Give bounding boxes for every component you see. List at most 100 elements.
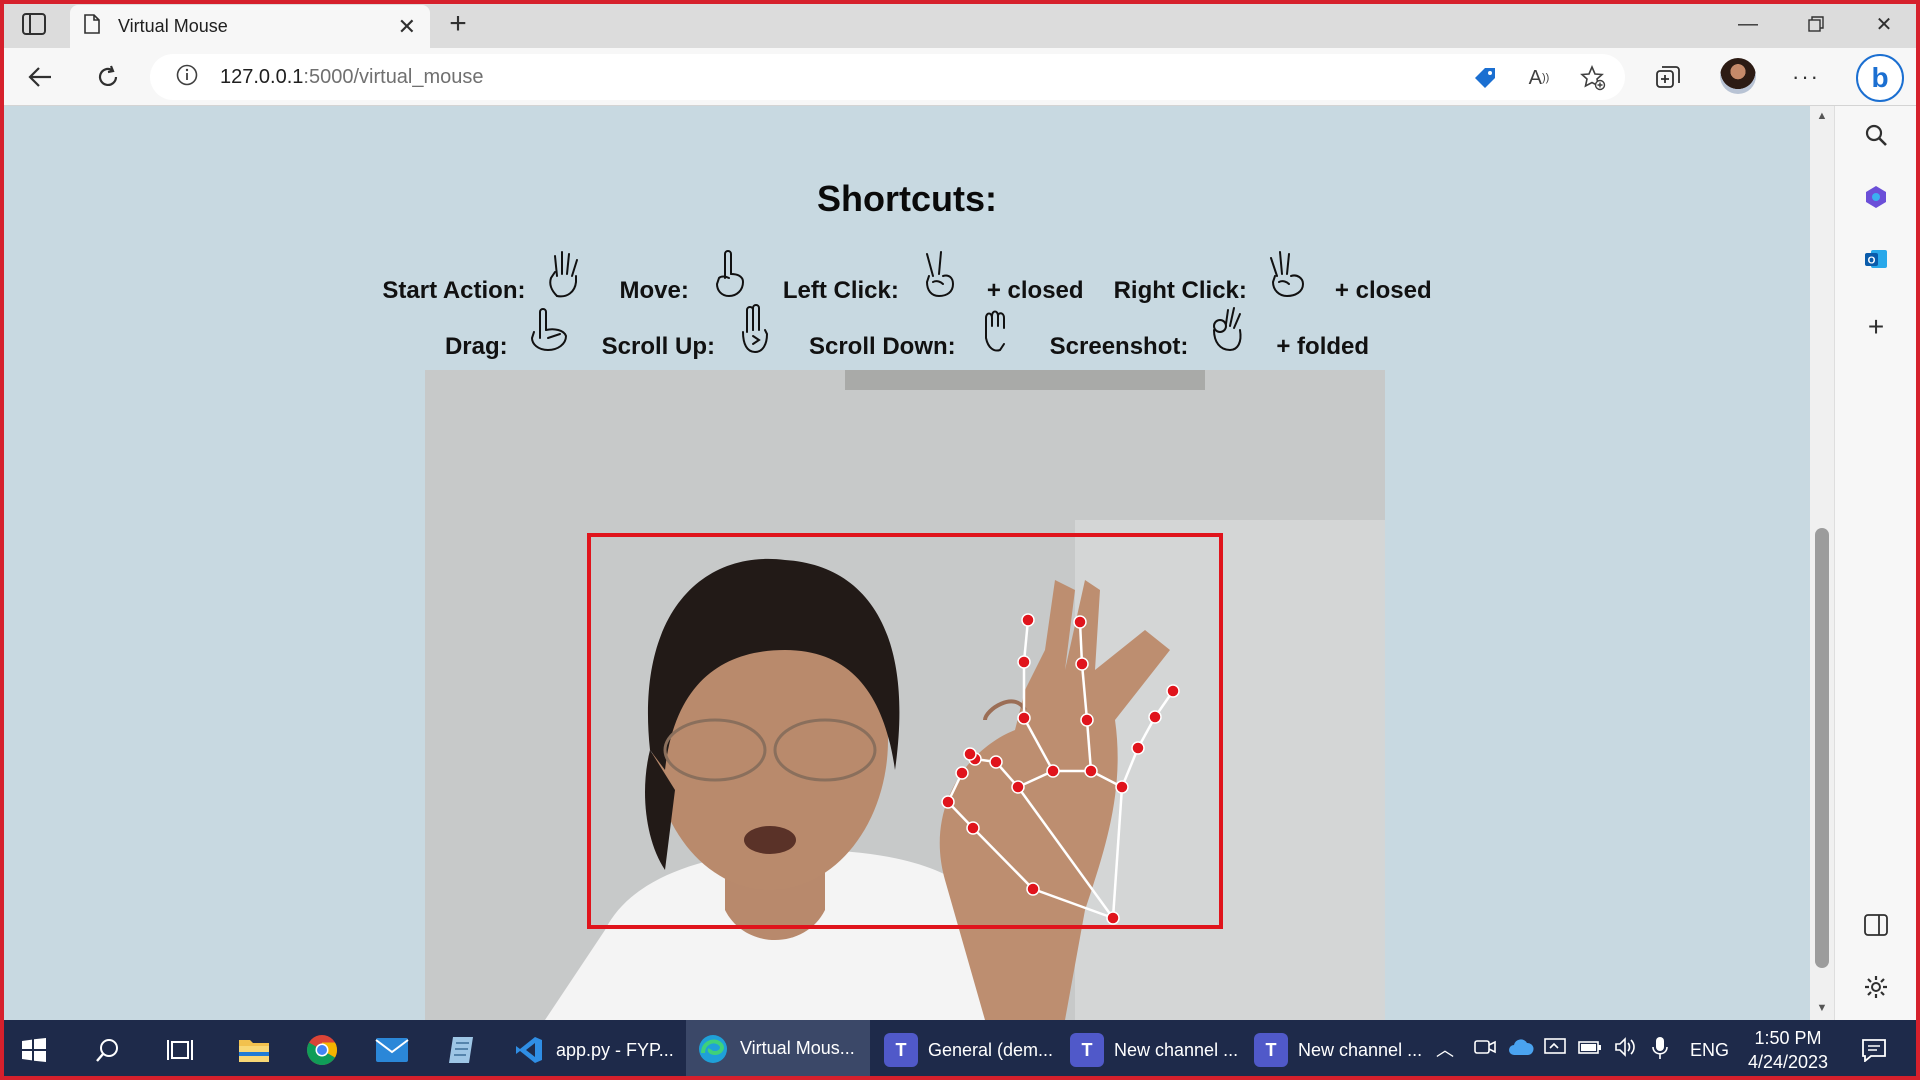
- notes-app-icon[interactable]: [444, 1032, 480, 1068]
- taskbar-app-vscode[interactable]: app.py - FYP...: [506, 1020, 676, 1080]
- hand-landmark-point: [1046, 764, 1060, 778]
- page-content: Shortcuts: Start Action: Move: Left Clic…: [4, 106, 1810, 1020]
- hand-landmark-point: [966, 821, 980, 835]
- display-icon[interactable]: [1544, 1036, 1566, 1063]
- open-hand-icon: [543, 248, 589, 305]
- landmark-connection: [1080, 663, 1089, 721]
- landmark-connection: [972, 827, 1034, 890]
- shortcut-left-click: Left Click: + closed: [783, 248, 1084, 305]
- onedrive-cloud-icon[interactable]: [1508, 1038, 1534, 1061]
- navigation-bar: 127.0.0.1:5000/virtual_mouse A)) ··· b: [0, 48, 1920, 106]
- more-options-icon[interactable]: ···: [1788, 60, 1824, 94]
- shortcut-start-action: Start Action:: [382, 248, 589, 305]
- shortcut-move: Move:: [619, 248, 752, 305]
- shortcut-drag: Drag:: [445, 304, 572, 361]
- shortcut-scroll-up: Scroll Up:: [602, 304, 779, 361]
- taskbar-app-teams-general[interactable]: T General (dem...: [878, 1020, 1058, 1080]
- notification-center-icon[interactable]: [1856, 1032, 1892, 1068]
- taskbar-app-edge[interactable]: Virtual Mous...: [686, 1020, 870, 1080]
- close-window-button[interactable]: ✕: [1850, 0, 1918, 48]
- volume-icon[interactable]: [1614, 1036, 1638, 1063]
- hand-landmark-point: [941, 795, 955, 809]
- close-tab-icon[interactable]: ✕: [398, 14, 416, 40]
- bing-chat-icon[interactable]: b: [1856, 54, 1904, 102]
- fist-icon: [974, 304, 1020, 361]
- ok-hand-icon: [1206, 304, 1252, 361]
- landmark-connection: [1016, 786, 1115, 919]
- copilot-shapes-icon[interactable]: [1859, 180, 1893, 214]
- hide-sidebar-icon[interactable]: [1859, 908, 1893, 942]
- favorite-star-icon[interactable]: [1578, 63, 1608, 93]
- teams-icon: T: [884, 1033, 918, 1067]
- mail-icon[interactable]: [374, 1032, 410, 1068]
- teams-icon: T: [1254, 1033, 1288, 1067]
- hand-landmark-point: [1017, 655, 1031, 669]
- chrome-icon[interactable]: [304, 1032, 340, 1068]
- taskbar-search-icon[interactable]: [90, 1032, 126, 1068]
- shortcut-screenshot: Screenshot: + folded: [1050, 304, 1369, 361]
- profile-avatar[interactable]: [1720, 58, 1756, 94]
- hand-landmark-point: [1115, 780, 1129, 794]
- settings-gear-icon[interactable]: [1859, 970, 1893, 1004]
- hand-landmark-point: [989, 755, 1003, 769]
- tab-actions-icon[interactable]: [16, 10, 52, 38]
- scroll-up-arrow-icon[interactable]: ▲: [1815, 110, 1829, 124]
- svg-text:O: O: [1868, 256, 1876, 267]
- shortcut-row-1: Start Action: Move: Left Click: + closed…: [4, 248, 1810, 305]
- taskbar-app-teams-channel-2[interactable]: T New channel ...: [1248, 1020, 1428, 1080]
- two-up-icon: [733, 304, 779, 361]
- system-clock[interactable]: 1:50 PM 4/24/2023: [1740, 1026, 1836, 1074]
- hand-landmark-point: [1017, 711, 1031, 725]
- hand-landmark-point: [1166, 684, 1180, 698]
- pinch-drag-icon: [526, 304, 572, 361]
- task-view-icon[interactable]: [162, 1032, 198, 1068]
- search-icon[interactable]: [1859, 118, 1893, 152]
- edge-icon: [696, 1032, 730, 1066]
- collections-icon[interactable]: [1650, 60, 1686, 94]
- hand-landmark-point: [1075, 657, 1089, 671]
- microphone-icon[interactable]: [1652, 1036, 1668, 1065]
- hand-landmark-point: [1026, 882, 1040, 896]
- hand-landmark-overlay: [587, 533, 1223, 929]
- detection-box: [587, 533, 1223, 929]
- minimize-button[interactable]: —: [1714, 0, 1782, 48]
- new-tab-button[interactable]: +: [442, 7, 474, 40]
- show-hidden-icons-chevron-icon[interactable]: ︿: [1436, 1036, 1454, 1062]
- address-bar[interactable]: 127.0.0.1:5000/virtual_mouse A)): [150, 54, 1625, 100]
- scroll-thumb[interactable]: [1815, 528, 1829, 968]
- outlook-icon[interactable]: O: [1859, 242, 1893, 276]
- back-button[interactable]: [20, 58, 60, 96]
- meet-now-icon[interactable]: [1474, 1036, 1496, 1063]
- tab-virtual-mouse[interactable]: Virtual Mouse ✕: [70, 5, 430, 48]
- shopping-tag-icon[interactable]: [1470, 63, 1500, 93]
- scroll-down-arrow-icon[interactable]: ▼: [1815, 1002, 1829, 1016]
- language-indicator[interactable]: ENG: [1690, 1040, 1729, 1061]
- windows-start-icon[interactable]: [16, 1032, 52, 1068]
- file-explorer-icon[interactable]: [236, 1032, 272, 1068]
- teams-icon: T: [1070, 1033, 1104, 1067]
- shortcut-row-2: Drag: Scroll Up: Scroll Down: Screenshot…: [4, 304, 1810, 361]
- url-text: 127.0.0.1:5000/virtual_mouse: [220, 65, 484, 88]
- read-aloud-icon[interactable]: A)): [1524, 63, 1554, 93]
- two-finger-icon: [917, 248, 963, 305]
- windows-taskbar: app.py - FYP... Virtual Mous... T Genera…: [0, 1020, 1920, 1080]
- landmark-connection: [1022, 717, 1055, 772]
- restore-button[interactable]: [1782, 0, 1850, 48]
- vertical-scrollbar[interactable]: ▲ ▼: [1810, 106, 1834, 1020]
- shortcut-scroll-down: Scroll Down:: [809, 304, 1020, 361]
- site-info-icon[interactable]: [176, 64, 198, 91]
- three-finger-icon: [1265, 248, 1311, 305]
- vscode-icon: [512, 1033, 546, 1067]
- hand-landmark-point: [1080, 713, 1094, 727]
- tab-title: Virtual Mouse: [118, 16, 228, 36]
- hand-landmark-point: [1148, 710, 1162, 724]
- hand-landmark-point: [1131, 741, 1145, 755]
- refresh-button[interactable]: [88, 58, 128, 96]
- battery-icon[interactable]: [1578, 1036, 1602, 1063]
- landmark-connection: [1111, 786, 1124, 919]
- page-title: Shortcuts:: [817, 178, 997, 219]
- add-sidebar-item-icon[interactable]: +: [1859, 310, 1893, 344]
- shortcut-right-click: Right Click: + closed: [1114, 248, 1432, 305]
- taskbar-app-teams-channel-1[interactable]: T New channel ...: [1064, 1020, 1244, 1080]
- webcam-feed: [425, 370, 1385, 1020]
